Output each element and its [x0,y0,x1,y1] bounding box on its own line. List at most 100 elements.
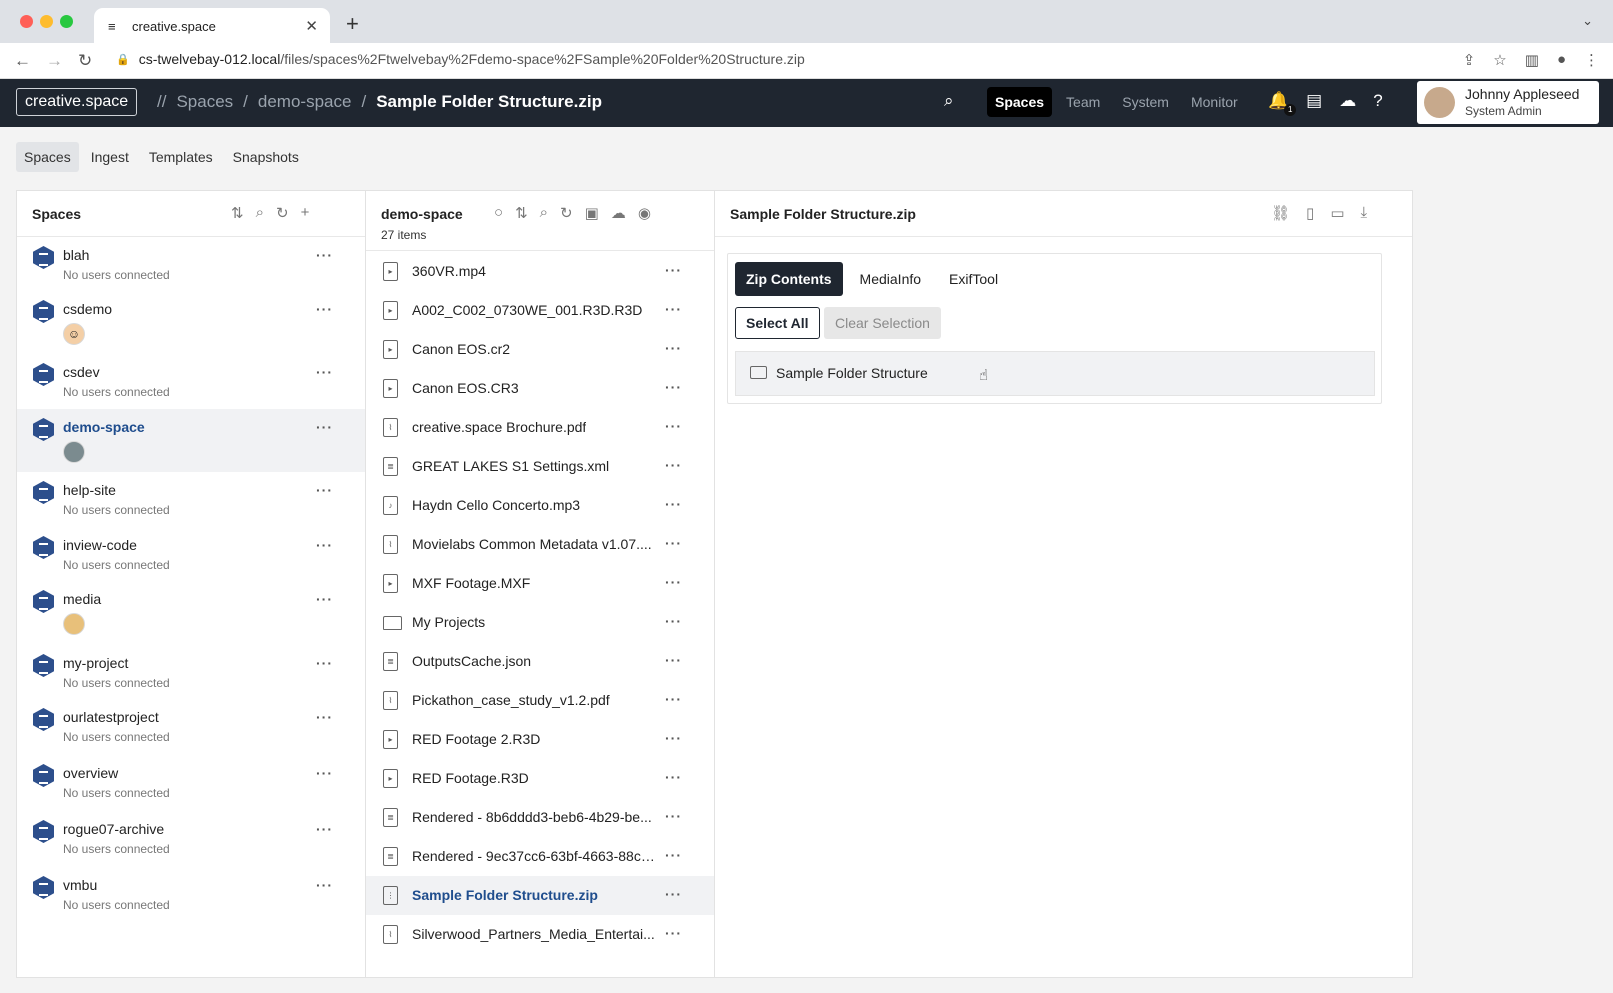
file-row[interactable]: ⌇ Movielabs Common Metadata v1.07.... ··· [366,525,714,564]
file-info-icon[interactable]: ▯ [1306,204,1314,222]
subnav-ingest[interactable]: Ingest [83,142,137,172]
space-item-csdemo[interactable]: csdemo ☺ ··· [17,291,365,354]
bookmark-star-icon[interactable]: ☆ [1493,51,1506,69]
more-options-icon[interactable]: ··· [665,301,682,317]
link-icon[interactable]: ⛓ [1271,204,1290,222]
tab-mediainfo[interactable]: MediaInfo [849,262,932,296]
file-row[interactable]: ▸ A002_C002_0730WE_001.R3D.R3D ··· [366,291,714,330]
breadcrumb-spaces[interactable]: Spaces [176,92,233,112]
space-item-demo-space[interactable]: demo-space ··· [17,409,365,472]
back-icon[interactable]: ← [14,51,31,71]
new-folder-icon[interactable]: ▣ [585,204,599,222]
space-item-ourlatestproject[interactable]: ourlatestproject No users connected ··· [17,699,365,755]
browser-menu-icon[interactable]: ⋮ [1584,51,1599,69]
file-row-selected[interactable]: ⋮ Sample Folder Structure.zip ··· [366,876,714,915]
reload-icon[interactable]: ↻ [78,51,92,71]
file-row[interactable]: ▸ MXF Footage.MXF ··· [366,564,714,603]
subnav-templates[interactable]: Templates [141,142,221,172]
more-options-icon[interactable]: ··· [665,808,682,824]
file-row[interactable]: ▸ 360VR.mp4 ··· [366,252,714,291]
more-options-icon[interactable]: ··· [316,877,333,893]
file-row[interactable]: ▸ Canon EOS.CR3 ··· [366,369,714,408]
space-item-overview[interactable]: overview No users connected ··· [17,755,365,811]
profile-icon[interactable]: ● [1557,51,1566,69]
sort-icon[interactable]: ⇅ [231,204,244,222]
user-menu[interactable]: Johnny Appleseed System Admin [1417,81,1599,124]
select-all-button[interactable]: Select All [735,307,820,339]
more-options-icon[interactable]: ··· [665,418,682,434]
clear-selection-button[interactable]: Clear Selection [824,307,941,339]
chevron-down-icon[interactable]: ⌄ [1582,13,1593,29]
file-row[interactable]: ≣ GREAT LAKES S1 Settings.xml ··· [366,447,714,486]
more-options-icon[interactable]: ··· [316,537,333,553]
url-field[interactable]: 🔒 cs-twelvebay-012.local/files/spaces%2F… [116,51,805,67]
more-options-icon[interactable]: ··· [665,496,682,512]
file-row[interactable]: ♪ Haydn Cello Concerto.mp3 ··· [366,486,714,525]
more-options-icon[interactable]: ··· [665,886,682,902]
subnav-spaces[interactable]: Spaces [16,142,79,172]
nav-spaces[interactable]: Spaces [987,87,1053,117]
more-options-icon[interactable]: ··· [665,340,682,356]
more-options-icon[interactable]: ··· [316,591,333,607]
refresh-icon[interactable]: ↻ [560,204,573,222]
space-item-inview-code[interactable]: inview-code No users connected ··· [17,527,365,581]
more-options-icon[interactable]: ··· [665,574,682,590]
tab-exiftool[interactable]: ExifTool [938,262,1009,296]
more-options-icon[interactable]: ··· [316,821,333,837]
cloud-upload-icon[interactable]: ☁ [611,204,626,222]
more-options-icon[interactable]: ··· [665,457,682,473]
download-icon[interactable]: ⤓ [1361,204,1368,222]
more-options-icon[interactable]: ··· [665,262,682,278]
more-options-icon[interactable]: ··· [665,652,682,668]
folder-icon[interactable]: ▤ [1306,91,1322,111]
app-logo[interactable]: creative.space [16,88,138,116]
more-options-icon[interactable]: ··· [665,769,682,785]
file-row[interactable]: ≣ Rendered - 9ec37cc6-63bf-4663-88c4... ··… [366,837,714,876]
space-item-rogue07-archive[interactable]: rogue07-archive No users connected ··· [17,811,365,867]
more-options-icon[interactable]: ··· [665,691,682,707]
space-item-blah[interactable]: blah No users connected ··· [17,237,365,291]
search-icon[interactable]: ⌕ [256,204,264,222]
close-window-button[interactable] [20,15,33,28]
more-options-icon[interactable]: ··· [316,419,333,435]
space-item-my-project[interactable]: my-project No users connected ··· [17,645,365,699]
tab-zip-contents[interactable]: Zip Contents [735,262,843,296]
help-icon[interactable]: ? [1373,91,1382,111]
more-options-icon[interactable]: ··· [316,482,333,498]
more-options-icon[interactable]: ··· [316,709,333,725]
space-item-vmbu[interactable]: vmbu No users connected ··· [17,867,365,923]
more-options-icon[interactable]: ··· [665,535,682,551]
breadcrumb-demo-space[interactable]: demo-space [258,92,352,112]
file-row[interactable]: My Projects ··· [366,603,714,642]
search-icon[interactable]: ⌕ [944,91,954,111]
more-options-icon[interactable]: ··· [665,847,682,863]
file-row[interactable]: ▸ RED Footage 2.R3D ··· [366,720,714,759]
cloud-upload-icon[interactable]: ☁ [1339,91,1356,111]
minimize-window-button[interactable] [40,15,53,28]
forward-icon[interactable]: → [46,51,63,71]
file-row[interactable]: ⌇ Pickathon_case_study_v1.2.pdf ··· [366,681,714,720]
select-circle-icon[interactable]: ○ [494,204,503,222]
subnav-snapshots[interactable]: Snapshots [225,142,307,172]
space-item-media[interactable]: media ··· [17,581,365,645]
more-options-icon[interactable]: ··· [665,925,682,941]
file-row[interactable]: ⌇ Silverwood_Partners_Media_Entertai... ··… [366,915,714,954]
notifications-bell-icon[interactable]: 🔔 1 [1268,91,1297,116]
more-options-icon[interactable]: ··· [316,364,333,380]
share-icon[interactable]: ⇪ [1463,51,1476,69]
eye-icon[interactable]: ◉ [638,204,651,222]
nav-monitor[interactable]: Monitor [1183,87,1246,117]
space-item-help-site[interactable]: help-site No users connected ··· [17,472,365,527]
file-row[interactable]: ≣ Rendered - 8b6dddd3-beb6-4b29-be... ··· [366,798,714,837]
more-options-icon[interactable]: ··· [316,247,333,263]
close-tab-icon[interactable]: ✕ [305,17,318,35]
more-options-icon[interactable]: ··· [316,301,333,317]
sidebar-icon[interactable]: ▥ [1525,51,1539,69]
more-options-icon[interactable]: ··· [665,613,682,629]
refresh-icon[interactable]: ↻ [276,204,289,222]
more-options-icon[interactable]: ··· [665,730,682,746]
more-options-icon[interactable]: ··· [316,655,333,671]
space-item-csdev[interactable]: csdev No users connected ··· [17,354,365,409]
file-row[interactable]: ▸ RED Footage.R3D ··· [366,759,714,798]
add-icon[interactable]: + [301,204,310,222]
